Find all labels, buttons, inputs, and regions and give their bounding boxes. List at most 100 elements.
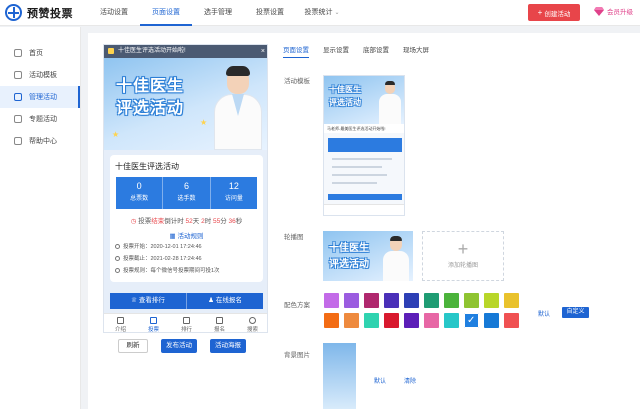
plus-icon: + bbox=[537, 8, 543, 17]
tab-display-settings[interactable]: 显示设置 bbox=[323, 44, 349, 58]
sidebar: 首页 活动模板 管理活动 专题活动 帮助中心 bbox=[0, 27, 81, 409]
color-swatch[interactable] bbox=[444, 293, 459, 308]
settings-tabs: 页面设置 显示设置 底部设置 现场大屏 bbox=[283, 44, 443, 58]
manage-icon bbox=[14, 93, 22, 101]
background-thumbnail[interactable] bbox=[323, 343, 356, 409]
countdown-seconds: 36 bbox=[228, 218, 236, 225]
view-ranking-label: 查看排行 bbox=[138, 297, 165, 304]
color-default-link[interactable]: 默认 bbox=[538, 309, 550, 318]
background-default-link[interactable]: 默认 bbox=[374, 376, 386, 385]
preview-buttons: 刷新 发布活动 活动海报 bbox=[118, 339, 259, 353]
poster-button[interactable]: 活动海报 bbox=[210, 339, 246, 353]
banner-title-line1: 十佳医生 bbox=[116, 76, 185, 95]
color-custom-button[interactable]: 自定义 bbox=[562, 307, 589, 318]
tab-vote[interactable]: 投票 bbox=[137, 314, 170, 332]
stat-label: 总票数 bbox=[130, 196, 149, 202]
topnav-vote-settings[interactable]: 投票设置 bbox=[244, 0, 296, 26]
color-swatch[interactable] bbox=[484, 313, 499, 328]
sidebar-item-help[interactable]: 帮助中心 bbox=[0, 130, 80, 152]
doctor-illustration bbox=[383, 236, 409, 281]
sidebar-item-manage[interactable]: 管理活动 bbox=[0, 86, 80, 108]
color-swatch[interactable] bbox=[384, 293, 399, 308]
color-swatch[interactable] bbox=[344, 293, 359, 308]
color-swatch[interactable] bbox=[424, 293, 439, 308]
vip-upgrade-link[interactable]: 会员升级 bbox=[594, 6, 633, 16]
color-swatch[interactable] bbox=[504, 293, 519, 308]
background-label: 背景图片 bbox=[284, 352, 310, 359]
stat-value: 12 bbox=[228, 181, 239, 191]
topnav-vote-stats[interactable]: 投票统计 ⌄ bbox=[296, 0, 348, 26]
color-swatch[interactable] bbox=[364, 293, 379, 308]
special-icon bbox=[14, 115, 22, 123]
countdown-days: 52 bbox=[185, 218, 193, 225]
tab-intro[interactable]: 介绍 bbox=[104, 314, 137, 332]
color-swatch[interactable] bbox=[424, 313, 439, 328]
color-swatch[interactable] bbox=[384, 313, 399, 328]
template-thumbnail[interactable]: 十佳医生 评选活动 马老师-最美医生评选活动开始啦! bbox=[323, 75, 405, 216]
info-icon bbox=[115, 267, 120, 273]
tab-ranking[interactable]: 排行 bbox=[170, 314, 203, 332]
main-panel: 十佳医生评选活动开始啦! × ★ ★ 十佳医生 评选活动 十佳医生评选活动 0总… bbox=[88, 33, 640, 409]
countdown: ◷ 投票结束倒计时 52天 2时 55分 36秒 bbox=[110, 215, 263, 225]
refresh-button[interactable]: 刷新 bbox=[118, 339, 148, 353]
top-nav: 活动设置 页面设置 选手管理 投票设置 投票统计 ⌄ bbox=[88, 0, 348, 26]
topnav-label: 选手管理 bbox=[204, 9, 232, 16]
color-swatch[interactable] bbox=[344, 313, 359, 328]
rules-title-text: 活动规则 bbox=[177, 233, 204, 240]
stat-label: 访问量 bbox=[224, 196, 243, 202]
mobile-preview: 十佳医生评选活动开始啦! × ★ ★ 十佳医生 评选活动 十佳医生评选活动 0 总… bbox=[103, 44, 268, 333]
color-swatch[interactable] bbox=[504, 313, 519, 328]
tab-search[interactable]: 搜索 bbox=[236, 314, 267, 332]
topnav-page-settings[interactable]: 页面设置 bbox=[140, 0, 192, 26]
star-icon: ★ bbox=[200, 118, 208, 127]
color-swatch[interactable] bbox=[404, 293, 419, 308]
view-ranking-button[interactable]: ♕ 查看排行 bbox=[110, 293, 187, 309]
color-swatch[interactable] bbox=[404, 313, 419, 328]
doctor-illustration bbox=[214, 66, 262, 150]
stat-contestants: 6 选手数 bbox=[163, 177, 211, 209]
template-line bbox=[332, 158, 392, 160]
color-swatch[interactable] bbox=[444, 313, 459, 328]
sidebar-item-home[interactable]: 首页 bbox=[0, 42, 80, 64]
tab-live-screen[interactable]: 现场大屏 bbox=[403, 44, 429, 58]
tab-label: 报名 bbox=[213, 327, 225, 333]
signup-icon bbox=[216, 317, 223, 324]
color-swatch[interactable] bbox=[324, 313, 339, 328]
color-swatch[interactable] bbox=[324, 293, 339, 308]
tab-footer-settings[interactable]: 底部设置 bbox=[363, 44, 389, 58]
tab-signup[interactable]: 报名 bbox=[203, 314, 236, 333]
topnav-label: 投票设置 bbox=[256, 9, 284, 16]
publish-button[interactable]: 发布活动 bbox=[161, 339, 197, 353]
create-activity-button[interactable]: + 创建活动 bbox=[528, 4, 580, 21]
topnav-label: 投票统计 bbox=[304, 9, 333, 16]
user-icon: ♟ bbox=[208, 297, 216, 304]
app-name: 预赞投票 bbox=[27, 7, 73, 20]
sidebar-item-templates[interactable]: 活动模板 bbox=[0, 64, 80, 86]
preview-tabbar: 介绍 投票 排行 报名 搜索 bbox=[104, 313, 267, 333]
topnav-contestants[interactable]: 选手管理 bbox=[192, 0, 244, 26]
check-icon: ✓ bbox=[467, 315, 476, 326]
signup-button[interactable]: ♟ 在线报名 bbox=[187, 293, 263, 309]
carousel-image[interactable]: 十佳医生 评选活动 bbox=[323, 231, 413, 281]
sidebar-item-special[interactable]: 专题活动 bbox=[0, 108, 80, 130]
rule-start: 投票开始：2020-12-01 17:24:46 bbox=[115, 242, 202, 250]
app-logo[interactable]: 预赞投票 bbox=[5, 4, 73, 21]
topnav-label: 活动设置 bbox=[100, 9, 128, 16]
signup-label: 在线报名 bbox=[215, 297, 242, 304]
template-banner: 十佳医生 评选活动 bbox=[324, 76, 404, 124]
carousel-title-line2: 评选活动 bbox=[329, 259, 369, 270]
color-swatch[interactable] bbox=[484, 293, 499, 308]
rule-text: 投票开始：2020-12-01 17:24:46 bbox=[123, 244, 202, 250]
color-swatch[interactable] bbox=[364, 313, 379, 328]
unit-second: 秒 bbox=[235, 218, 243, 225]
close-icon[interactable]: × bbox=[261, 45, 265, 58]
add-carousel-button[interactable]: + 添加轮播图 bbox=[422, 231, 504, 281]
color-swatch[interactable] bbox=[464, 293, 479, 308]
color-swatch[interactable]: ✓ bbox=[464, 313, 479, 328]
background-clear-link[interactable]: 清除 bbox=[404, 376, 416, 385]
topnav-activity-settings[interactable]: 活动设置 bbox=[88, 0, 140, 26]
rule-policy: 投票规则：每个微信号投票期间可投1次 bbox=[115, 266, 220, 274]
home-icon bbox=[14, 49, 22, 57]
template-line bbox=[332, 166, 382, 168]
tab-page-settings[interactable]: 页面设置 bbox=[283, 44, 309, 58]
